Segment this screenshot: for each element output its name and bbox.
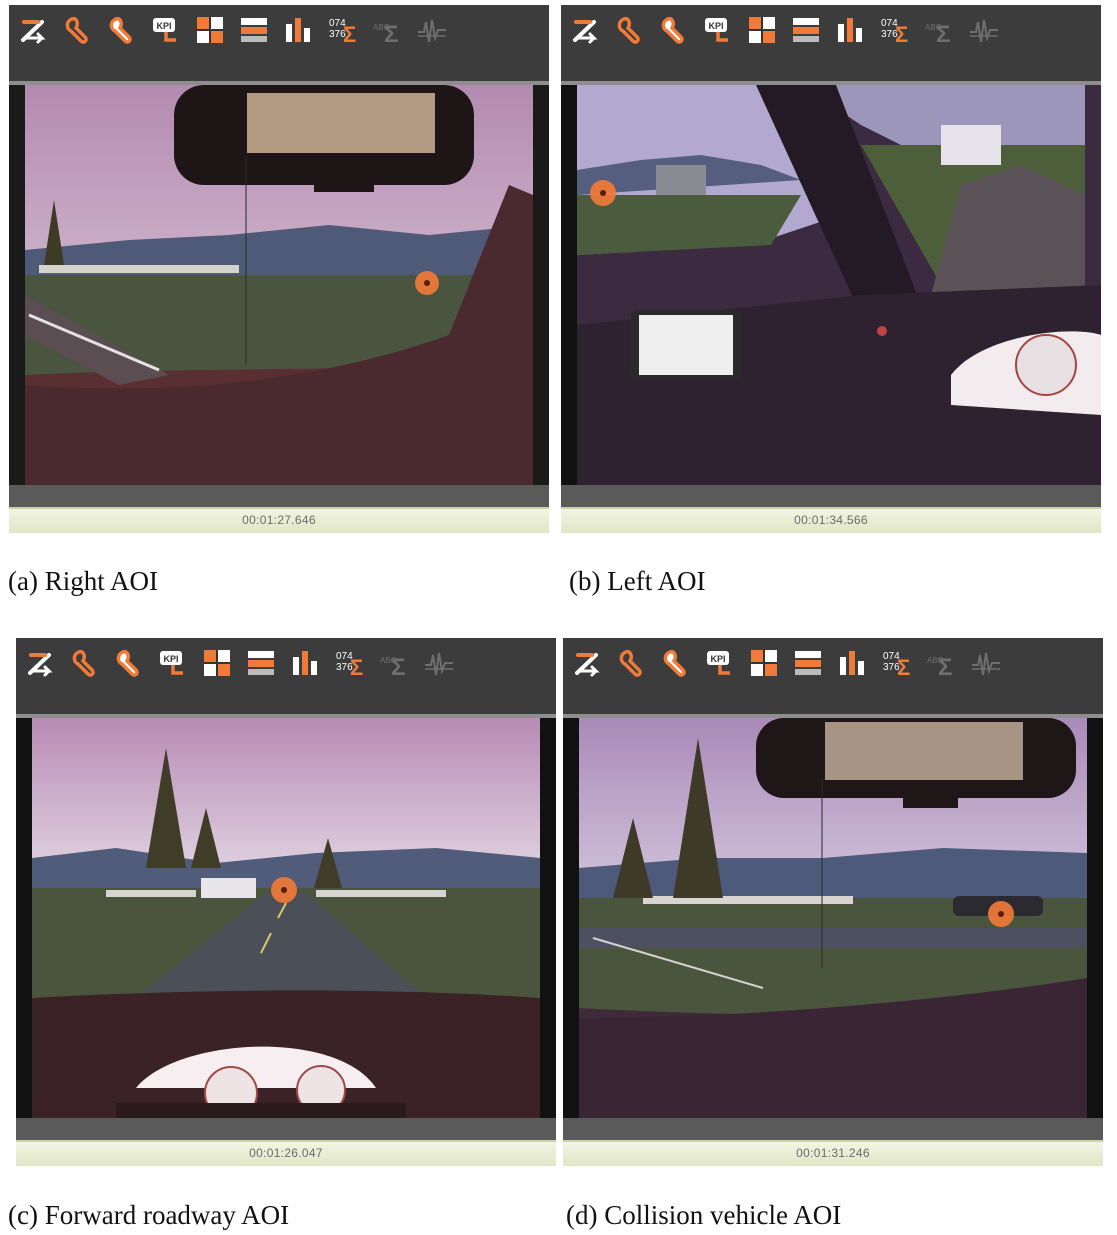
playback-controls[interactable] xyxy=(563,1118,1103,1140)
caption-forward-roadway-aoi: (c) Forward roadway AOI xyxy=(8,1200,290,1230)
replay-path-icon[interactable] xyxy=(571,646,605,680)
statistics-icon[interactable]: 074 376 Σ xyxy=(332,646,366,680)
heatmap-icon[interactable] xyxy=(657,13,691,47)
kpi-icon[interactable]: KPI xyxy=(156,646,190,680)
svg-text:Σ: Σ xyxy=(343,22,356,46)
analysis-toolbar: KPI 074 376 Σ ABC Σ xyxy=(563,638,1103,719)
signal-icon[interactable] xyxy=(969,646,1003,680)
heatmap-icon[interactable] xyxy=(659,646,693,680)
grid-aoi-icon[interactable] xyxy=(200,646,234,680)
caption-left-aoi: (b) Left AOI xyxy=(569,566,706,596)
video-panel-left-aoi: KPI 074 376 Σ ABC Σ 00:01:34.566 xyxy=(561,5,1101,533)
bar-aoi-icon[interactable] xyxy=(791,646,825,680)
signal-icon[interactable] xyxy=(422,646,456,680)
replay-path-icon[interactable] xyxy=(24,646,58,680)
bar-chart-icon[interactable] xyxy=(833,13,867,47)
bar-chart-icon[interactable] xyxy=(835,646,869,680)
replay-path-icon[interactable] xyxy=(17,13,51,47)
abc-sum-icon[interactable]: ABC Σ xyxy=(923,13,957,47)
kpi-icon[interactable]: KPI xyxy=(149,13,183,47)
statistics-icon[interactable]: 074 376 Σ xyxy=(879,646,913,680)
replay-path-icon[interactable] xyxy=(569,13,603,47)
grid-aoi-icon[interactable] xyxy=(193,13,227,47)
svg-text:Σ: Σ xyxy=(391,654,405,679)
bar-aoi-icon[interactable] xyxy=(244,646,278,680)
kpi-icon[interactable]: KPI xyxy=(703,646,737,680)
analysis-toolbar: KPI 074 376 Σ ABC Σ xyxy=(9,5,549,86)
caption-collision-vehicle-aoi: (d) Collision vehicle AOI xyxy=(566,1200,842,1230)
video-panel-collision-vehicle-aoi: KPI 074 376 Σ ABC Σ 00:01:31.246 xyxy=(563,638,1103,1166)
svg-text:Σ: Σ xyxy=(938,654,952,679)
grid-aoi-icon[interactable] xyxy=(747,646,781,680)
kpi-icon[interactable]: KPI xyxy=(701,13,735,47)
gaze-plot-icon[interactable] xyxy=(613,13,647,47)
gaze-plot-icon[interactable] xyxy=(61,13,95,47)
caption-right-aoi: (a) Right AOI xyxy=(8,566,158,596)
analysis-toolbar: KPI 074 376 Σ ABC Σ xyxy=(16,638,556,719)
video-frame[interactable] xyxy=(561,85,1101,485)
abc-sum-icon[interactable]: ABC Σ xyxy=(371,13,405,47)
signal-icon[interactable] xyxy=(967,13,1001,47)
analysis-toolbar: KPI 074 376 Σ ABC Σ xyxy=(561,5,1101,86)
bar-aoi-icon[interactable] xyxy=(237,13,271,47)
svg-text:Σ: Σ xyxy=(384,21,398,46)
abc-sum-icon[interactable]: ABC Σ xyxy=(925,646,959,680)
svg-text:Σ: Σ xyxy=(897,655,910,679)
timestamp: 00:01:26.047 xyxy=(16,1140,556,1166)
abc-sum-icon[interactable]: ABC Σ xyxy=(378,646,412,680)
video-panel-forward-roadway-aoi: KPI 074 376 Σ ABC Σ 00:01:26.047 xyxy=(16,638,556,1166)
svg-text:Σ: Σ xyxy=(350,655,363,679)
kpi-label: KPI xyxy=(710,654,725,664)
svg-text:Σ: Σ xyxy=(895,22,908,46)
bar-chart-icon[interactable] xyxy=(288,646,322,680)
gaze-plot-icon[interactable] xyxy=(615,646,649,680)
video-frame[interactable] xyxy=(563,718,1103,1118)
video-panel-right-aoi: KPI 074 376 Σ ABC Σ 00:01:27.646 xyxy=(9,5,549,533)
grid-aoi-icon[interactable] xyxy=(745,13,779,47)
statistics-icon[interactable]: 074 376 Σ xyxy=(877,13,911,47)
heatmap-icon[interactable] xyxy=(112,646,146,680)
bar-chart-icon[interactable] xyxy=(281,13,315,47)
kpi-label: KPI xyxy=(708,21,723,31)
signal-icon[interactable] xyxy=(415,13,449,47)
playback-controls[interactable] xyxy=(16,1118,556,1140)
statistics-icon[interactable]: 074 376 Σ xyxy=(325,13,359,47)
svg-text:Σ: Σ xyxy=(936,21,950,46)
playback-controls[interactable] xyxy=(9,485,549,507)
timestamp: 00:01:31.246 xyxy=(563,1140,1103,1166)
kpi-label: KPI xyxy=(163,654,178,664)
timestamp: 00:01:27.646 xyxy=(9,507,549,533)
video-frame[interactable] xyxy=(9,85,549,485)
kpi-label: KPI xyxy=(156,21,171,31)
video-frame[interactable] xyxy=(16,718,556,1118)
timestamp: 00:01:34.566 xyxy=(561,507,1101,533)
playback-controls[interactable] xyxy=(561,485,1101,507)
gaze-plot-icon[interactable] xyxy=(68,646,102,680)
heatmap-icon[interactable] xyxy=(105,13,139,47)
bar-aoi-icon[interactable] xyxy=(789,13,823,47)
